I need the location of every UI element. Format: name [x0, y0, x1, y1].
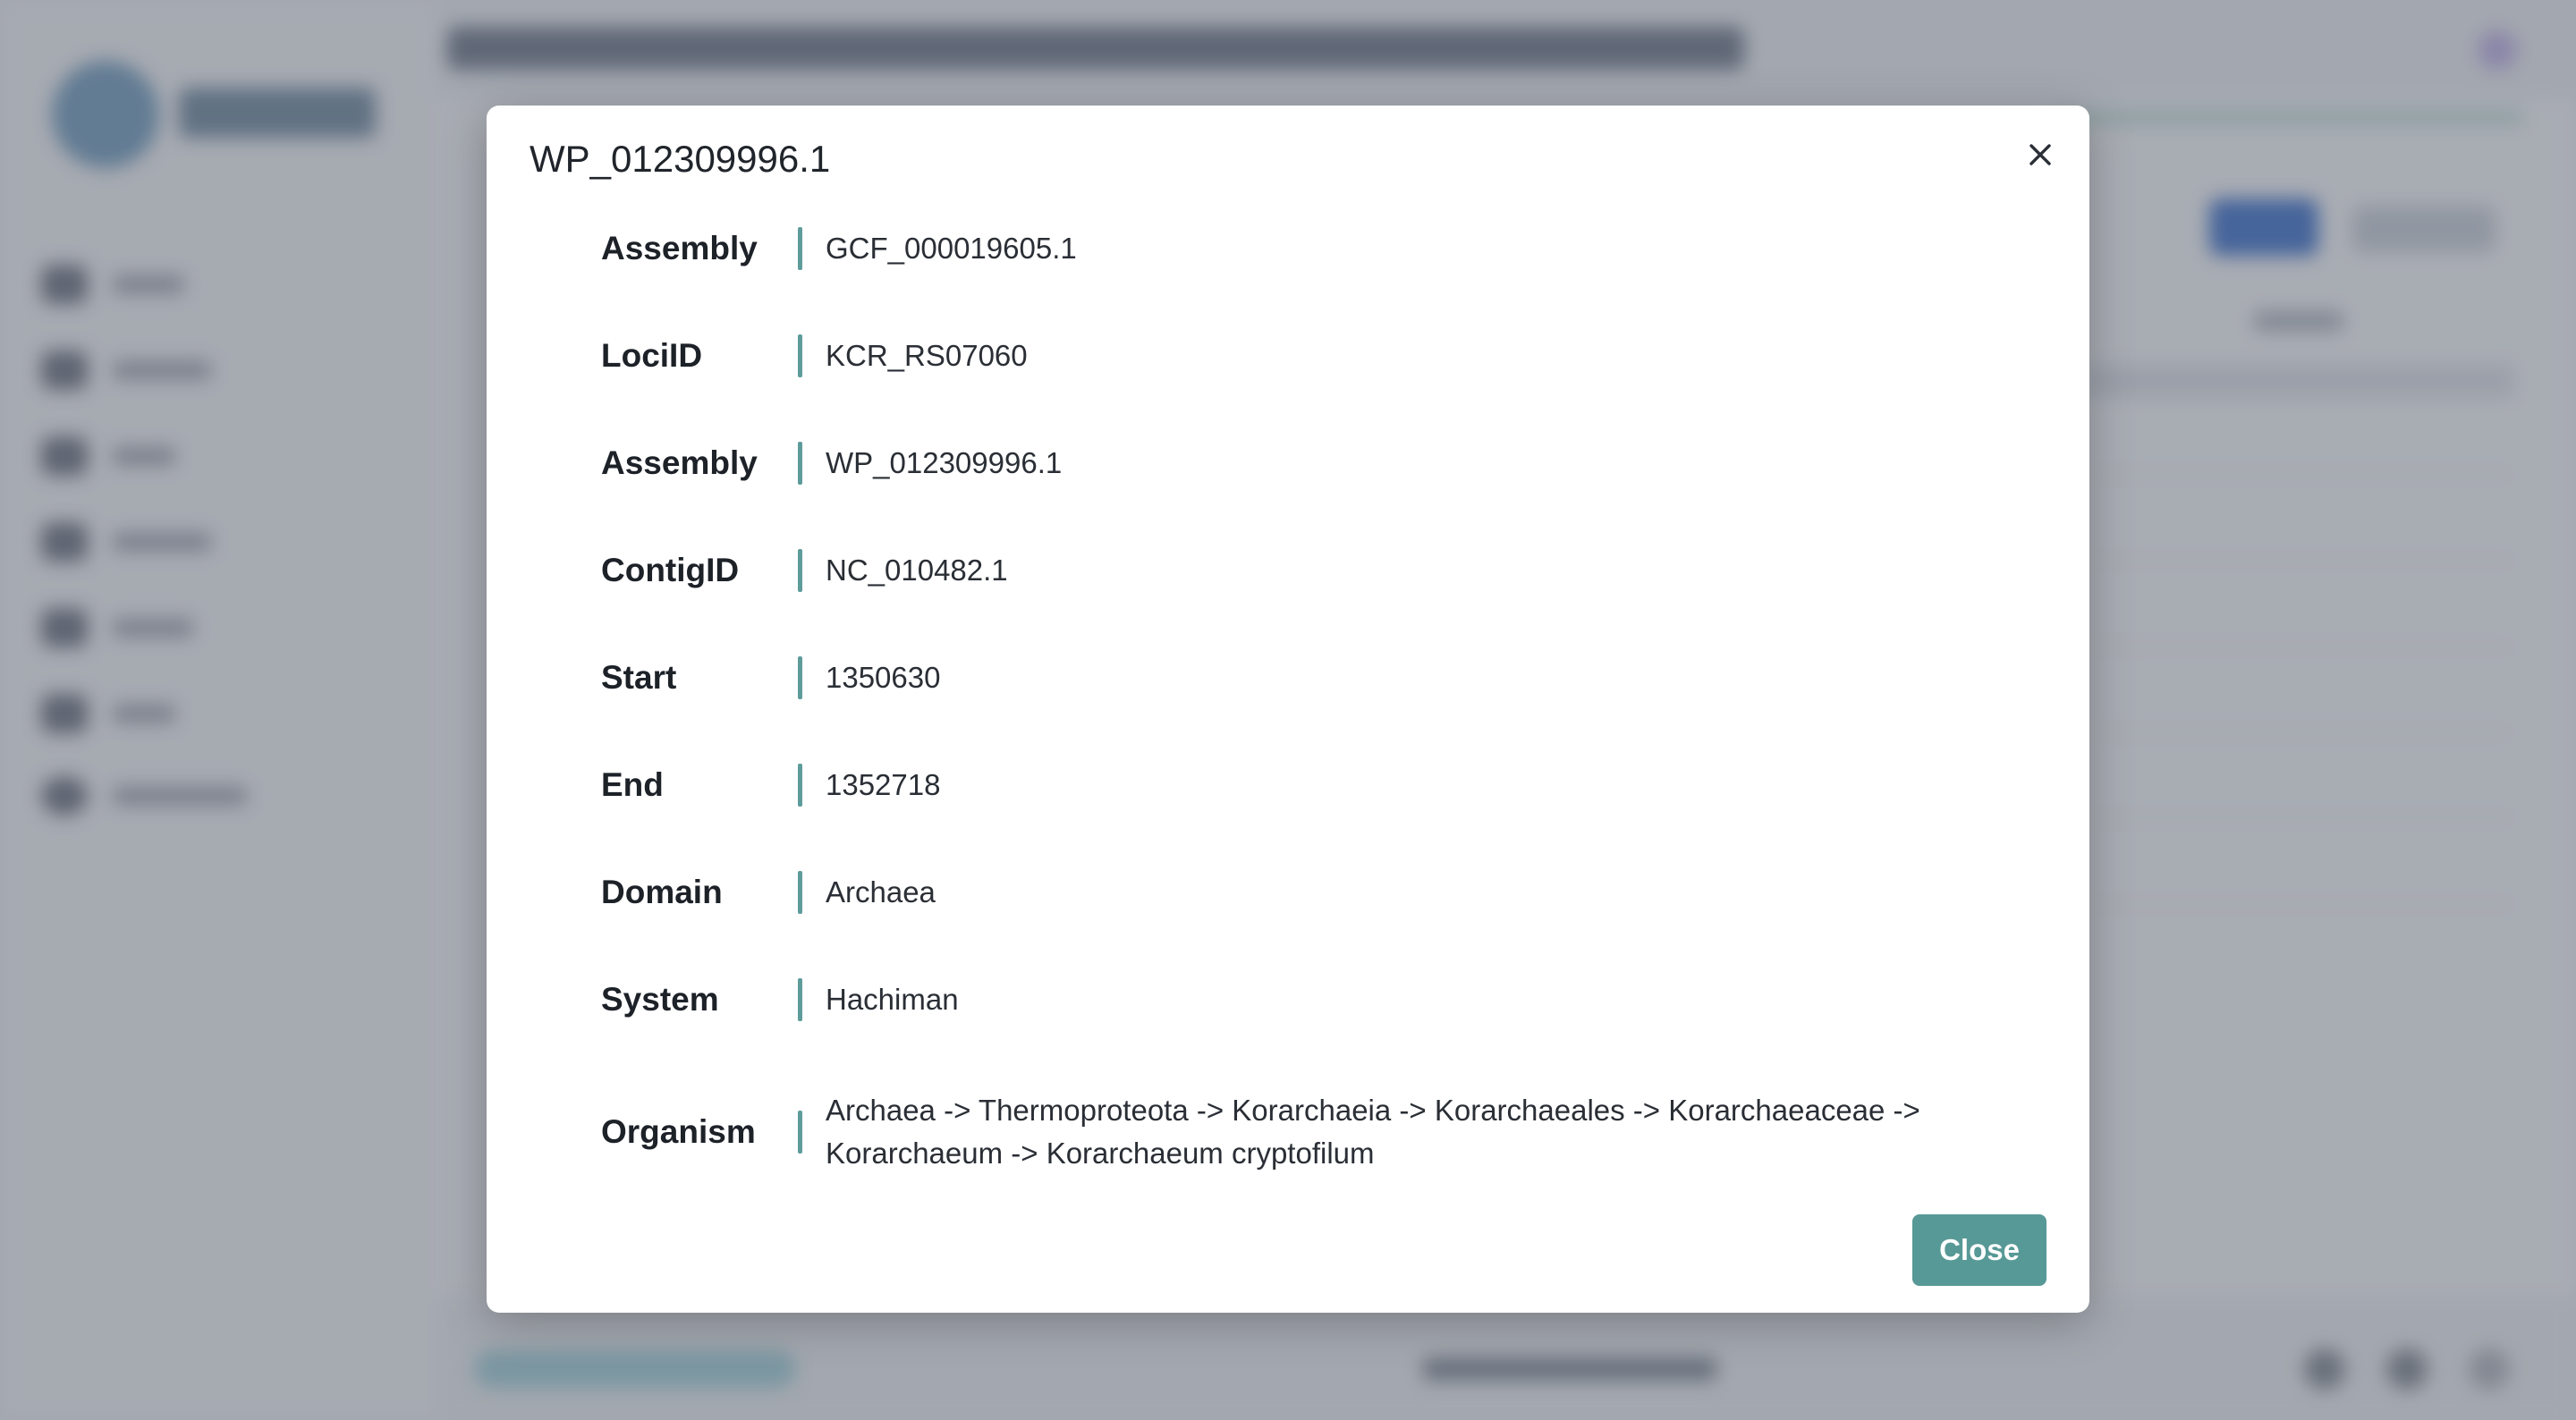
close-icon — [2029, 144, 2051, 165]
field-label: Start — [601, 659, 677, 696]
field-label: System — [601, 981, 719, 1018]
field-separator — [798, 978, 802, 1021]
field-value: KCR_RS07060 — [826, 339, 1028, 372]
field-row-end: End 1352718 — [601, 764, 2036, 807]
field-value: NC_010482.1 — [826, 554, 1008, 587]
field-label: Assembly — [601, 230, 758, 266]
field-separator — [798, 656, 802, 699]
field-row-system: System Hachiman — [601, 978, 2036, 1021]
field-separator — [798, 764, 802, 807]
field-row-contigid: ContigID NC_010482.1 — [601, 549, 2036, 592]
field-value: 1352718 — [826, 768, 941, 801]
field-value: Archaea — [826, 875, 936, 909]
field-separator — [798, 334, 802, 377]
field-row-assembly-protein: Assembly WP_012309996.1 — [601, 442, 2036, 485]
field-separator — [798, 442, 802, 485]
field-value: 1350630 — [826, 661, 941, 694]
field-row-lociid: LociID KCR_RS07060 — [601, 334, 2036, 377]
field-separator — [798, 549, 802, 592]
field-row-assembly: Assembly GCF_000019605.1 — [601, 227, 2036, 270]
field-separator — [798, 1111, 802, 1154]
close-button[interactable]: Close — [1912, 1214, 2046, 1286]
field-label: ContigID — [601, 552, 740, 588]
field-label: LociID — [601, 337, 703, 374]
field-value: GCF_000019605.1 — [826, 232, 1077, 265]
field-value: WP_012309996.1 — [826, 446, 1063, 479]
field-label: Assembly — [601, 444, 758, 481]
modal-close-button[interactable] — [2016, 131, 2064, 179]
field-label: End — [601, 766, 664, 803]
field-value: Archaea -> Thermoproteota -> Korarchaeia… — [826, 1094, 1920, 1170]
field-separator — [798, 227, 802, 270]
field-separator — [798, 871, 802, 914]
field-label: Organism — [601, 1113, 756, 1150]
field-row-organism: Organism Archaea -> Thermoproteota -> Ko… — [601, 1089, 2036, 1175]
field-label: Domain — [601, 874, 723, 910]
field-row-start: Start 1350630 — [601, 656, 2036, 699]
field-value: Hachiman — [826, 983, 959, 1016]
field-row-domain: Domain Archaea — [601, 871, 2036, 914]
details-modal: WP_012309996.1 Assembly GCF_000019605.1 … — [487, 106, 2089, 1313]
modal-title: WP_012309996.1 — [530, 138, 831, 180]
